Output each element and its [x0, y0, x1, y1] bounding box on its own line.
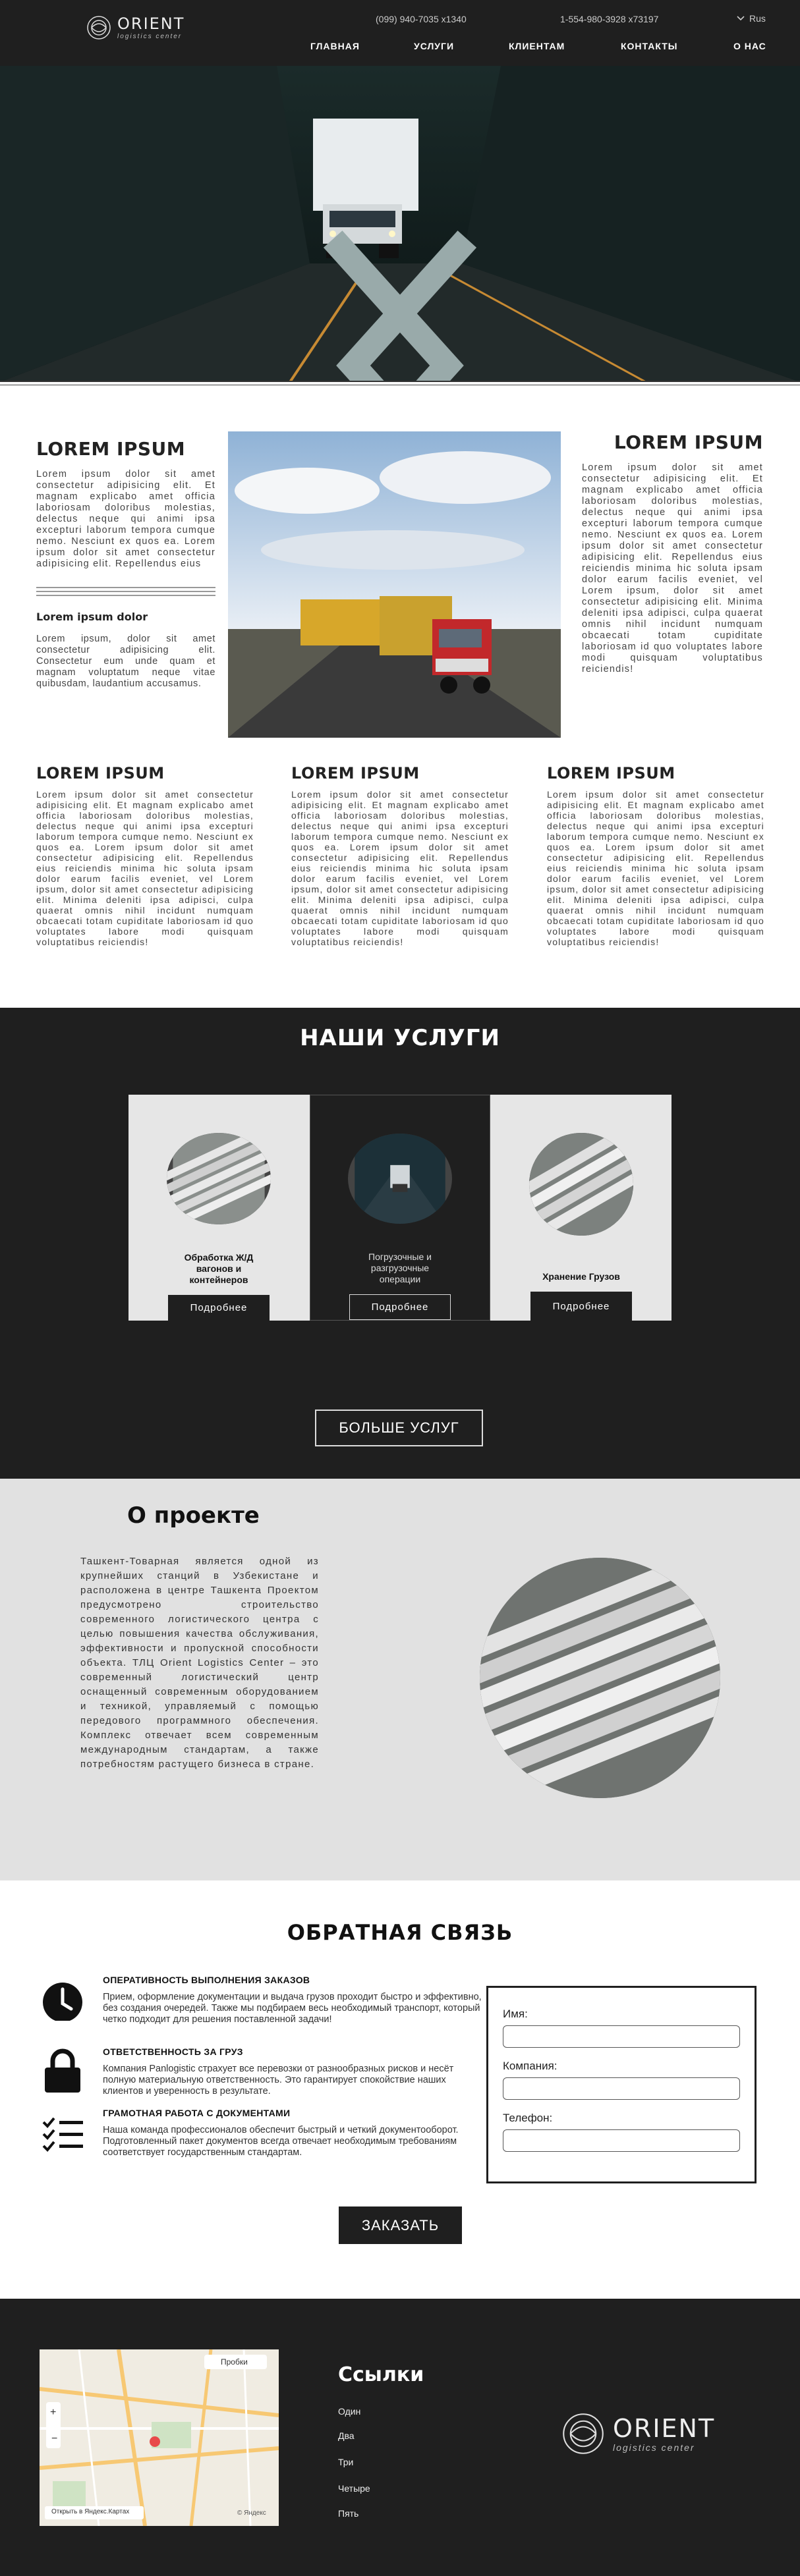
footer-link-5[interactable]: Пять — [338, 2508, 358, 2519]
column-text: Lorem ipsum dolor sit amet consectetur a… — [547, 789, 764, 947]
chevron-down-icon — [737, 16, 745, 21]
feature-heading: ОТВЕТСТВЕННОСТЬ ЗА ГРУЗ — [103, 2046, 243, 2057]
service-details-button[interactable]: Подробнее — [168, 1295, 270, 1321]
column-title: LOREM IPSUM — [36, 764, 165, 782]
decorative-rules — [36, 587, 215, 596]
intro-left: LOREM IPSUM Lorem ipsum dolor sit amet c… — [36, 438, 215, 690]
map-open-link[interactable]: Открыть в Яндекс.Картах — [51, 2508, 129, 2515]
phone-field[interactable] — [503, 2129, 740, 2152]
feature-text: Компания Panlogistic страхует все перево… — [103, 2064, 454, 2096]
about-project-section: О проекте Ташкент-Товарная является одно… — [0, 1479, 800, 1880]
phone-number-2[interactable]: 1-554-980-3928 x73197 — [560, 14, 658, 24]
feature-documents: ГРАМОТНАЯ РАБОТА С ДОКУМЕНТАМИ Наша кома… — [40, 2108, 488, 2174]
nav-item-about[interactable]: О НАС — [733, 41, 766, 51]
hero-slider — [0, 66, 800, 382]
feature-text: Наша команда профессионалов обеспечит бы… — [103, 2125, 459, 2158]
intro-right-text: Lorem ipsum dolor sit amet consectetur a… — [582, 462, 763, 674]
slider-next-arrow-icon[interactable] — [0, 207, 784, 382]
yandex-map[interactable]: + − Пробки Открыть в Яндекс.Картах © Янд… — [40, 2349, 279, 2526]
feature-text: Прием, оформление документации и выдача … — [103, 1992, 482, 2025]
footer-link-4[interactable]: Четыре — [338, 2483, 370, 2494]
column-text: Lorem ipsum dolor sit amet consectetur a… — [291, 789, 509, 947]
service-card-loading: Погрузочные и разгрузочные операции Подр… — [310, 1095, 490, 1321]
nav-item-home[interactable]: ГЛАВНАЯ — [310, 41, 360, 51]
feature-heading: ОПЕРАТИВНОСТЬ ВЫПОЛНЕНИЯ ЗАКАЗОВ — [103, 1975, 310, 1985]
company-label: Компания: — [503, 2060, 557, 2072]
feedback-title: ОБРАТНАЯ СВЯЗЬ — [287, 1920, 513, 1945]
project-text: Ташкент-Товарная является одной из крупн… — [80, 1556, 319, 1770]
intro-left-subtitle: Lorem ipsum dolor — [36, 611, 148, 623]
lorem-column-3: LOREM IPSUM Lorem ipsum dolor sit amet c… — [547, 764, 764, 947]
nav-item-services[interactable]: УСЛУГИ — [414, 41, 454, 51]
language-selector[interactable]: Rus — [736, 13, 766, 24]
lorem-column-2: LOREM IPSUM Lorem ipsum dolor sit amet c… — [291, 764, 509, 947]
name-label: Имя: — [503, 2008, 528, 2020]
feature-responsibility: ОТВЕТСТВЕННОСТЬ ЗА ГРУЗ Компания Panlogi… — [40, 2046, 488, 2112]
service-image — [529, 1133, 633, 1236]
intro-left-title: LOREM IPSUM — [36, 438, 186, 460]
project-image — [480, 1558, 720, 1798]
feature-heading: ГРАМОТНАЯ РАБОТА С ДОКУМЕНТАМИ — [103, 2108, 291, 2118]
intro-right-title: LOREM IPSUM — [614, 431, 763, 453]
services-panel: Обработка Ж/Д вагонов и контейнеров Подр… — [129, 1095, 671, 1321]
phone-number-1[interactable]: (099) 940-7035 x1340 — [376, 14, 467, 24]
feature-speed: ОПЕРАТИВНОСТЬ ВЫПОЛНЕНИЯ ЗАКАЗОВ Прием, … — [40, 1975, 488, 2041]
service-details-button[interactable]: Подробнее — [530, 1292, 632, 1321]
logo-mark-icon — [87, 16, 111, 40]
service-card-storage: Хранение Грузов Подробнее — [491, 1095, 671, 1321]
lorem-column-1: LOREM IPSUM Lorem ipsum dolor sit amet c… — [36, 764, 254, 947]
main-nav: ГЛАВНАЯ УСЛУГИ КЛИЕНТАМ КОНТАКТЫ О НАС — [0, 41, 800, 54]
nav-item-clients[interactable]: КЛИЕНТАМ — [509, 41, 565, 51]
more-services-button[interactable]: БОЛЬШЕ УСЛУГ — [315, 1410, 483, 1446]
language-label: Rus — [749, 13, 766, 24]
footer-logo[interactable]: ORIENT logistics center — [560, 2411, 715, 2457]
map-traffic-label[interactable]: Пробки — [221, 2357, 248, 2367]
svg-text:+: + — [50, 2407, 56, 2418]
service-label: Обработка Ж/Д вагонов и контейнеров — [184, 1252, 254, 1286]
site-header: ORIENT logistics center (099) 940-7035 x… — [0, 0, 800, 66]
footer-link-2[interactable]: Два — [338, 2430, 355, 2441]
nav-item-contacts[interactable]: КОНТАКТЫ — [621, 41, 677, 51]
road-train-photo — [228, 431, 561, 738]
column-text: Lorem ipsum dolor sit amet consectetur a… — [36, 789, 254, 947]
services-title: НАШИ УСЛУГИ — [300, 1025, 500, 1051]
service-card-rail: Обработка Ж/Д вагонов и контейнеров Подр… — [129, 1095, 309, 1321]
service-details-button[interactable]: Подробнее — [349, 1294, 451, 1320]
intro-right: LOREM IPSUM Lorem ipsum dolor sit amet c… — [582, 431, 763, 675]
service-label: Хранение Грузов — [542, 1271, 620, 1282]
footer-links-title: Ссылки — [338, 2363, 424, 2386]
footer-logo-subtitle: logistics center — [613, 2442, 695, 2453]
phone-label: Телефон: — [503, 2112, 553, 2124]
logo-name: ORIENT — [117, 14, 185, 33]
footer-link-1[interactable]: Один — [338, 2406, 360, 2417]
name-field[interactable] — [503, 2025, 740, 2048]
order-button[interactable]: ЗАКАЗАТЬ — [339, 2206, 462, 2244]
column-title: LOREM IPSUM — [291, 764, 420, 782]
column-title: LOREM IPSUM — [547, 764, 675, 782]
footer-link-3[interactable]: Три — [338, 2457, 353, 2467]
contact-form: Имя: Компания: Телефон: — [486, 1986, 757, 2183]
site-footer: + − Пробки Открыть в Яндекс.Картах © Янд… — [0, 2299, 800, 2576]
divider — [0, 381, 800, 382]
service-image — [348, 1134, 452, 1224]
services-section: НАШИ УСЛУГИ Обработка Ж/Д вагонов и конт… — [0, 1008, 800, 1479]
checklist-icon — [40, 2108, 86, 2154]
project-title: О проекте — [127, 1502, 260, 1529]
intro-left-text: Lorem ipsum dolor sit amet consectetur a… — [36, 469, 215, 569]
company-field[interactable] — [503, 2077, 740, 2100]
logo-mark-icon — [563, 2413, 604, 2454]
logo-subtitle: logistics center — [117, 32, 183, 40]
lock-icon — [40, 2046, 86, 2093]
map-copyright: © Яндекс — [237, 2509, 266, 2517]
clock-icon — [40, 1975, 86, 2022]
intro-left-subtext: Lorem ipsum, dolor sit amet consectetur … — [36, 634, 215, 689]
footer-logo-name: ORIENT — [613, 2413, 716, 2443]
svg-text:−: − — [51, 2433, 57, 2444]
service-image — [167, 1133, 271, 1225]
logo[interactable]: ORIENT logistics center — [86, 14, 185, 41]
service-label: Погрузочные и разгрузочные операции — [368, 1251, 432, 1285]
